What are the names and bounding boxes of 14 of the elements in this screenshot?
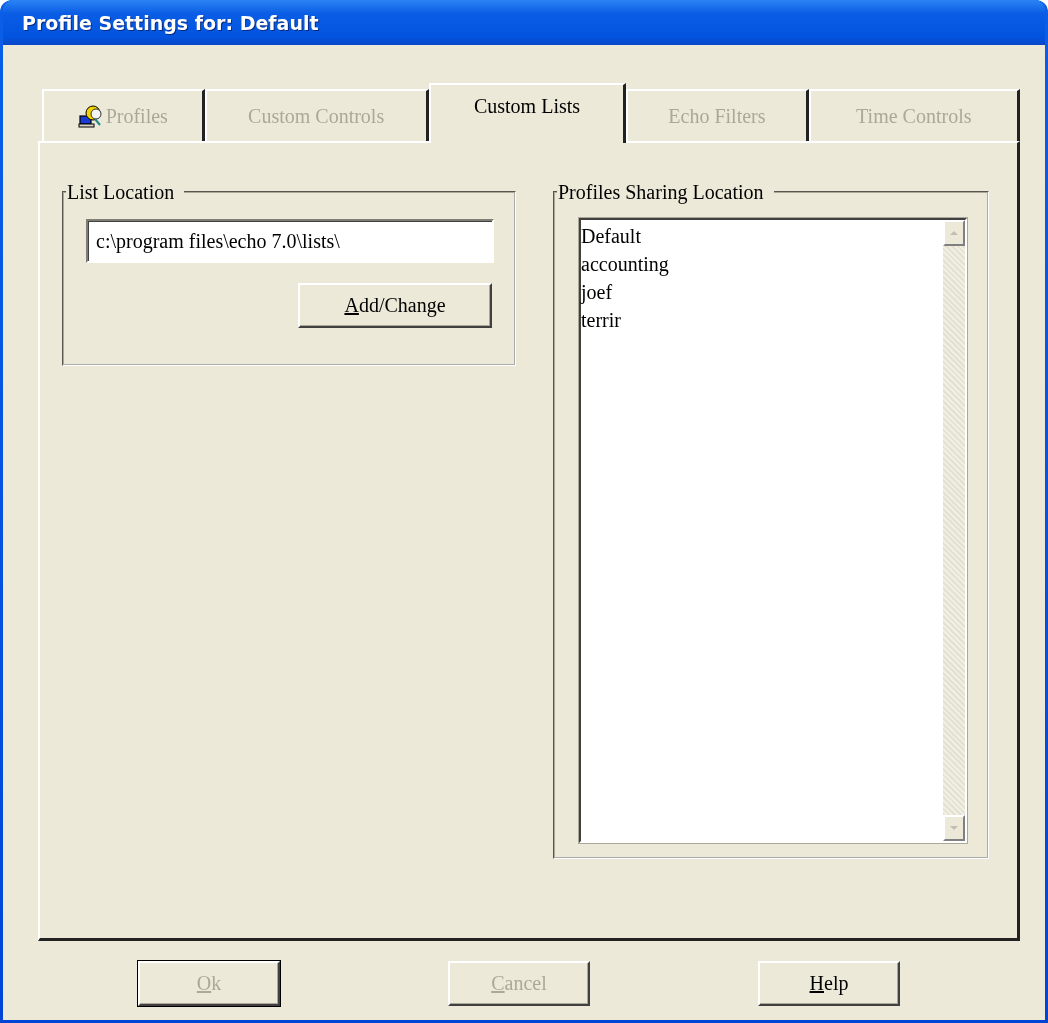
list-item[interactable]: terrir — [581, 306, 943, 334]
up-arrow-icon — [948, 229, 960, 237]
down-arrow-icon — [948, 824, 960, 832]
add-change-button[interactable]: Add/Change — [298, 283, 492, 328]
scroll-up-button[interactable] — [943, 220, 965, 246]
list-item[interactable]: accounting — [581, 250, 943, 278]
tab[interactable]: Custom Lists — [428, 83, 627, 143]
list-item[interactable]: Default — [581, 222, 943, 250]
list-item[interactable]: joef — [581, 278, 943, 306]
scroll-bar[interactable] — [943, 220, 965, 841]
window-title: Profile Settings for: Default — [22, 11, 319, 34]
input-field[interactable]: c:\program files\echo 7.0\lists\ — [86, 219, 494, 263]
scroll-down-button[interactable] — [943, 815, 965, 841]
dialog-button[interactable]: Help — [758, 961, 900, 1006]
